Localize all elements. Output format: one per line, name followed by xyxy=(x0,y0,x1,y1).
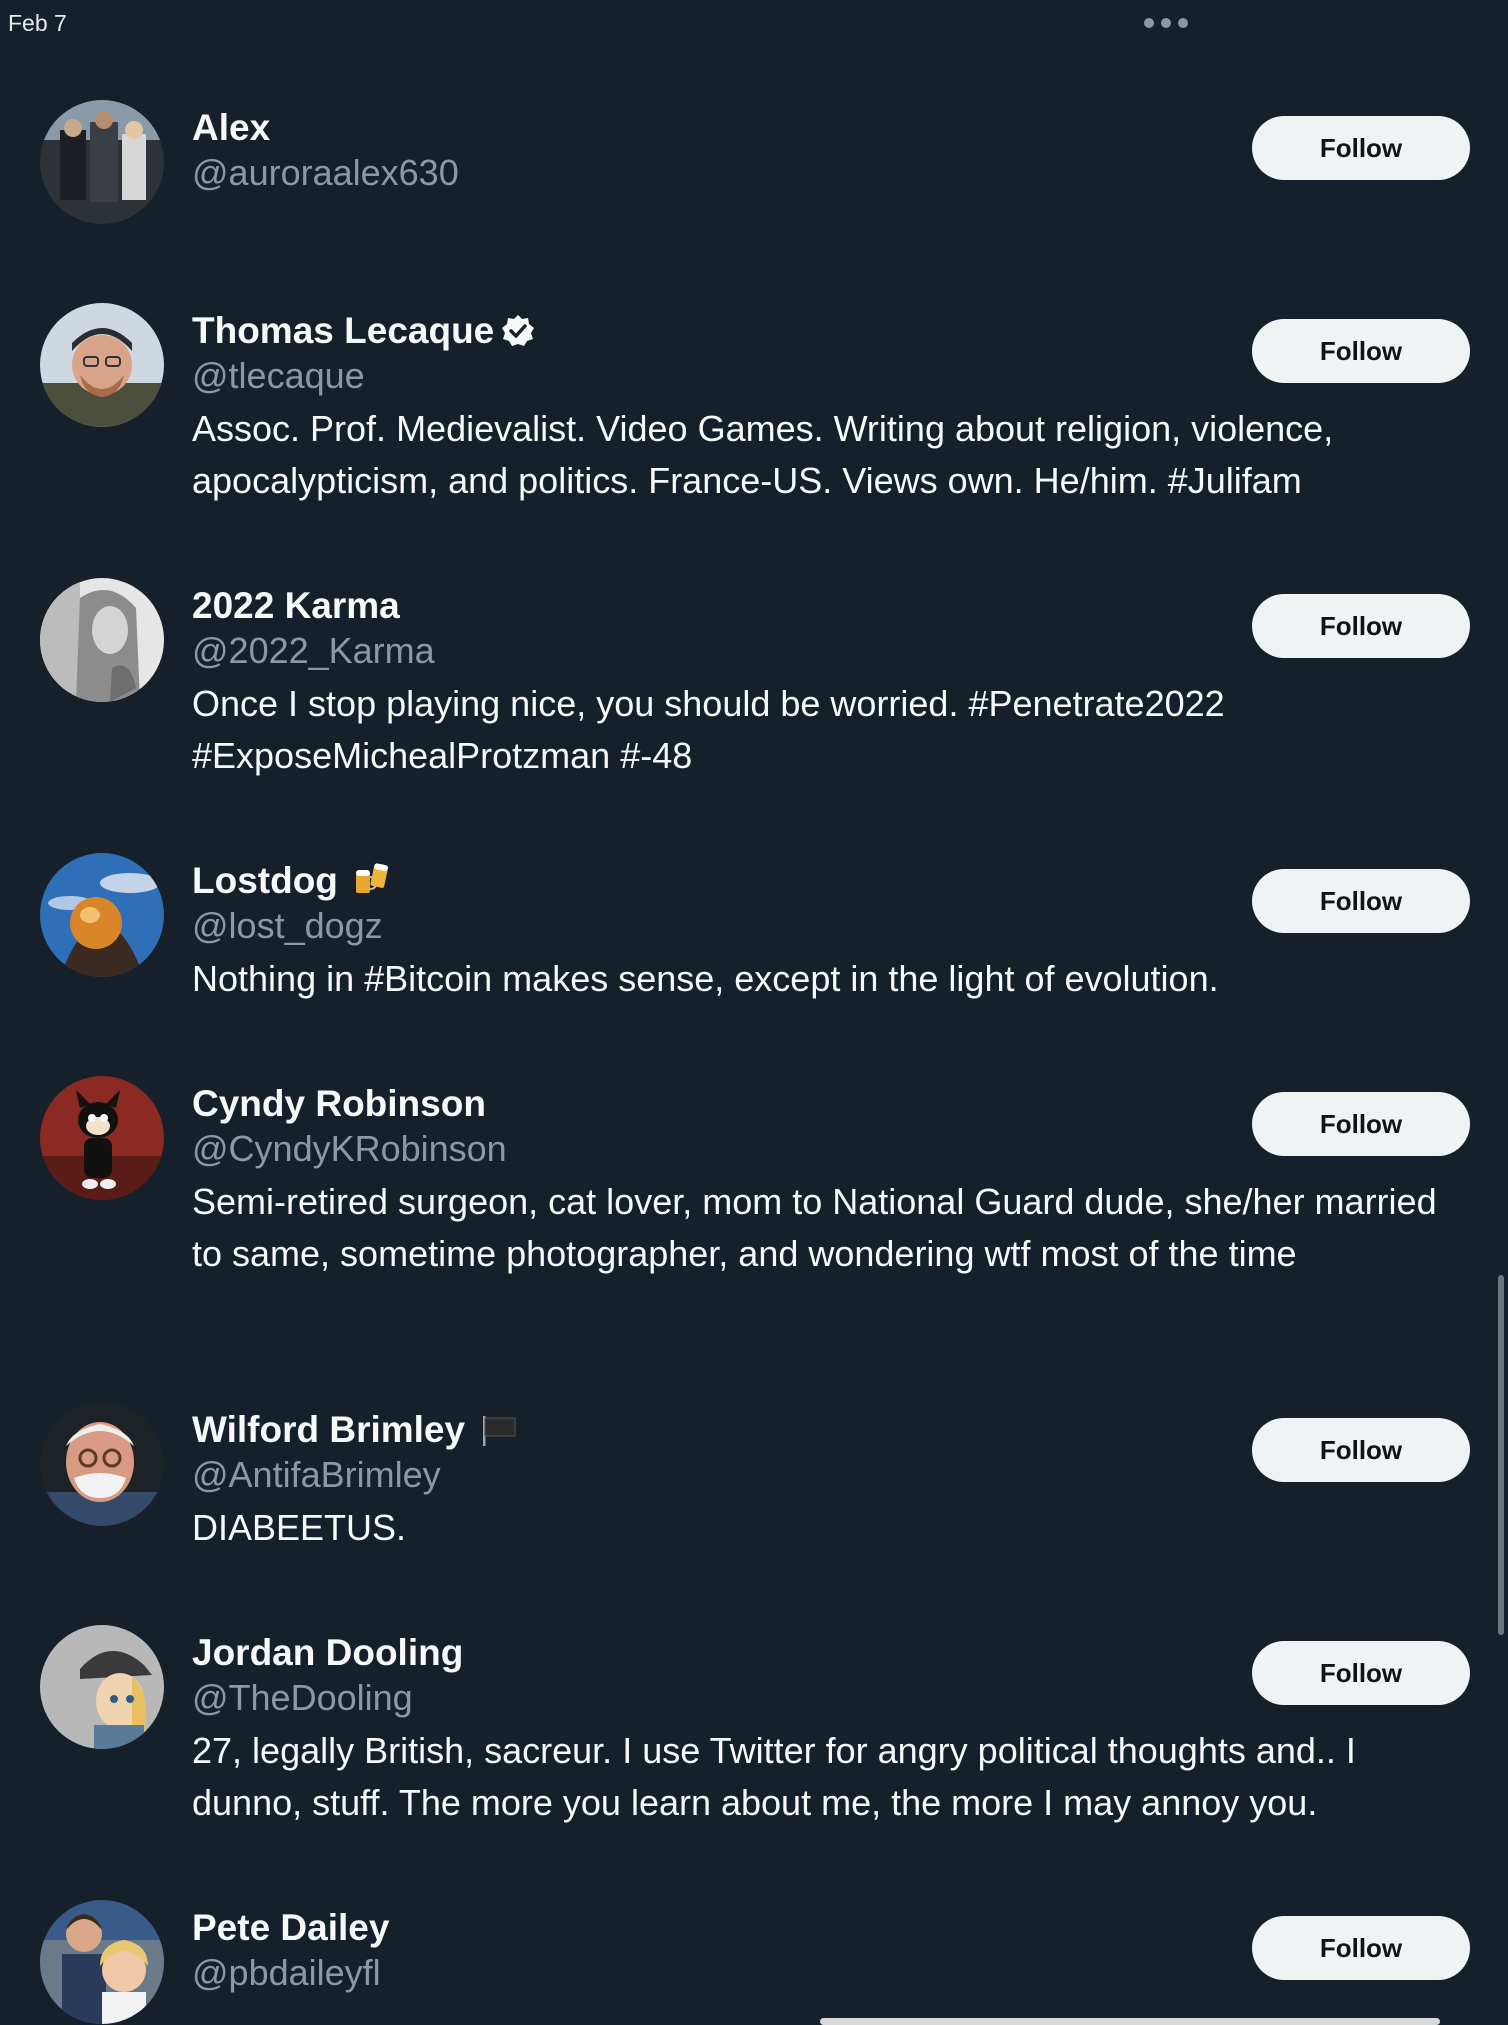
user-handle[interactable]: @pbdaileyfl xyxy=(192,1952,381,1994)
follow-button[interactable]: Follow xyxy=(1252,594,1470,658)
user-bio: Assoc. Prof. Medievalist. Video Games. W… xyxy=(192,408,1334,501)
user-handle[interactable]: @TheDooling xyxy=(192,1677,413,1719)
follow-button[interactable]: Follow xyxy=(1252,869,1470,933)
display-name[interactable]: Alex xyxy=(192,107,270,149)
name-line: Cyndy Robinson xyxy=(192,1082,486,1126)
display-name[interactable]: Jordan Dooling xyxy=(192,1632,463,1674)
follow-button[interactable]: Follow xyxy=(1252,319,1470,383)
avatar[interactable] xyxy=(40,1402,164,1526)
more-horizontal-icon[interactable] xyxy=(1144,18,1188,30)
name-line: Pete Dailey xyxy=(192,1906,389,1950)
verified-badge-icon xyxy=(500,313,536,349)
display-name[interactable]: Pete Dailey xyxy=(192,1907,389,1949)
user-bio: Nothing in #Bitcoin makes sense, except … xyxy=(192,958,1219,999)
avatar[interactable] xyxy=(40,578,164,702)
status-date: Feb 7 xyxy=(8,10,67,36)
user-bio: Semi-retired surgeon, cat lover, mom to … xyxy=(192,1181,1437,1274)
user-handle[interactable]: @2022_Karma xyxy=(192,630,435,672)
avatar[interactable] xyxy=(40,1625,164,1749)
user-handle[interactable]: @CyndyKRobinson xyxy=(192,1128,507,1170)
user-handle[interactable]: @tlecaque xyxy=(192,355,365,397)
beer-mugs-icon xyxy=(352,861,392,901)
follow-button[interactable]: Follow xyxy=(1252,1418,1470,1482)
avatar[interactable] xyxy=(40,100,164,224)
user-handle[interactable]: @lost_dogz xyxy=(192,905,383,947)
avatar[interactable] xyxy=(40,853,164,977)
display-name[interactable]: Cyndy Robinson xyxy=(192,1083,486,1125)
avatar[interactable] xyxy=(40,1076,164,1200)
user-handle[interactable]: @auroraalex630 xyxy=(192,152,459,194)
user-bio: DIABEETUS. xyxy=(192,1507,407,1548)
display-name[interactable]: Lostdog xyxy=(192,860,338,902)
follow-button[interactable]: Follow xyxy=(1252,116,1470,180)
home-indicator[interactable] xyxy=(820,2018,1440,2025)
user-bio: Once I stop playing nice, you should be … xyxy=(192,683,1225,776)
top-bar: Feb 7 xyxy=(0,0,1508,48)
display-name[interactable]: Wilford Brimley xyxy=(192,1409,465,1451)
name-line: Jordan Dooling xyxy=(192,1631,463,1675)
display-name[interactable]: Thomas Lecaque xyxy=(192,310,494,352)
user-handle[interactable]: @AntifaBrimley xyxy=(192,1454,441,1496)
avatar[interactable] xyxy=(40,303,164,427)
name-line: Thomas Lecaque xyxy=(192,309,536,353)
name-line: Wilford Brimley xyxy=(192,1408,519,1452)
black-flag-icon xyxy=(479,1410,519,1450)
name-line: Alex xyxy=(192,106,270,150)
avatar[interactable] xyxy=(40,1900,164,2024)
display-name[interactable]: 2022 Karma xyxy=(192,585,400,627)
name-line: Lostdog xyxy=(192,859,392,903)
user-bio: 27, legally British, sacreur. I use Twit… xyxy=(192,1730,1356,1823)
follow-button[interactable]: Follow xyxy=(1252,1641,1470,1705)
name-line: 2022 Karma xyxy=(192,584,400,628)
follow-button[interactable]: Follow xyxy=(1252,1092,1470,1156)
scrollbar[interactable] xyxy=(1498,1275,1504,1635)
follow-button[interactable]: Follow xyxy=(1252,1916,1470,1980)
